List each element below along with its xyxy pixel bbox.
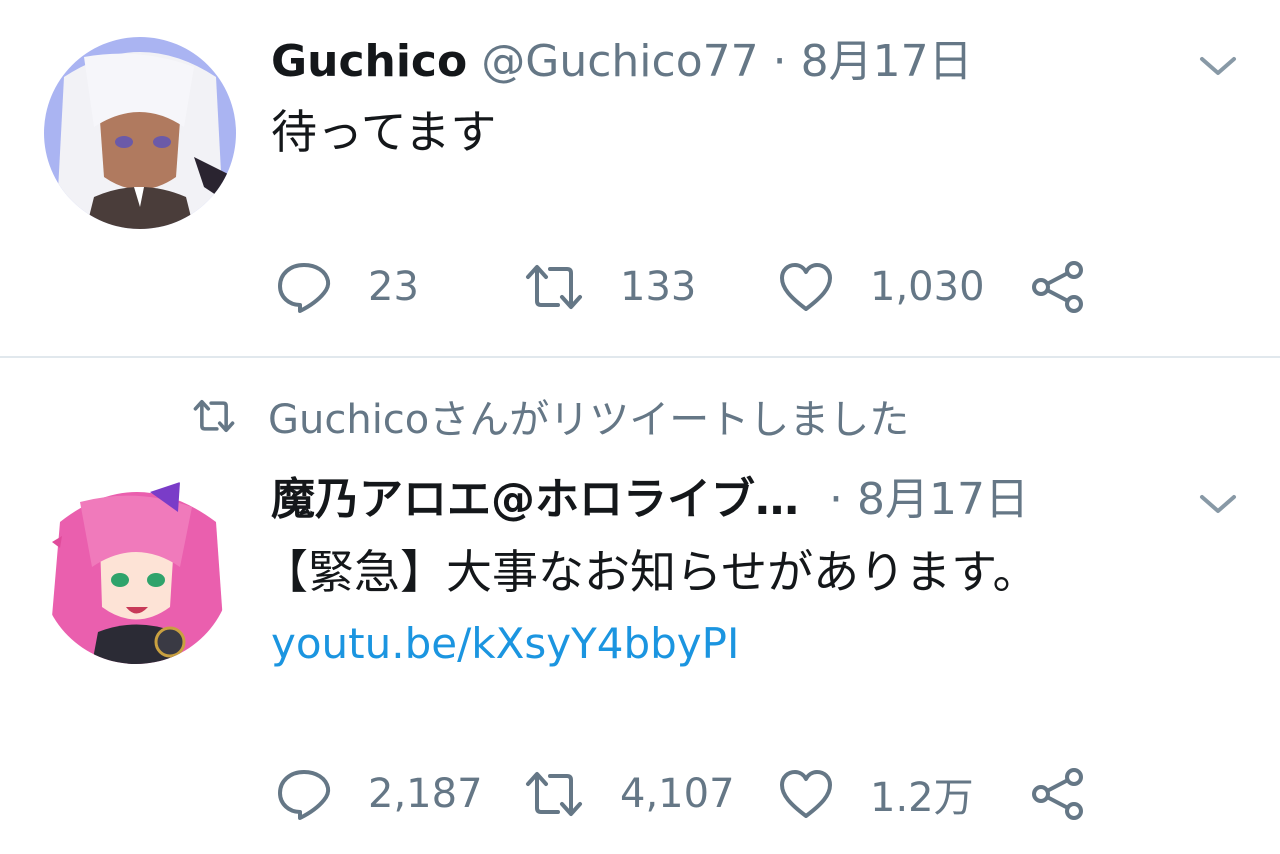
retweet-button[interactable]: 4,107 <box>524 764 735 824</box>
display-name[interactable]: Guchico <box>271 36 467 87</box>
reply-count: 2,187 <box>368 771 483 817</box>
tweet-text: 待ってます <box>271 105 497 159</box>
separator: · <box>829 474 843 525</box>
tweet-guchico[interactable]: Guchico @Guchico77 · 8月17日 待ってます 23 133 … <box>0 0 1280 356</box>
separator: · <box>772 36 787 87</box>
chevron-down-icon[interactable] <box>1198 492 1238 516</box>
retweet-icon <box>526 265 582 309</box>
tweet-header: 魔乃アロエ@ホロライブ… · 8月17日 <box>271 472 1029 528</box>
like-button[interactable]: 1.2万 <box>778 764 974 824</box>
tweet-aloe[interactable]: Guchicoさんがリツイートしました 魔乃アロエ@ホロライブ… · 8月17日… <box>0 358 1280 854</box>
heart-icon <box>780 263 832 311</box>
tweet-date[interactable]: 8月17日 <box>801 36 973 87</box>
share-icon <box>1032 261 1083 313</box>
share-icon <box>1032 768 1083 820</box>
avatar-aloe-image <box>40 472 232 664</box>
heart-icon <box>780 770 832 818</box>
retweet-count: 4,107 <box>620 771 735 817</box>
like-count: 1.2万 <box>870 775 974 821</box>
share-button[interactable] <box>1030 257 1086 317</box>
retweet-icon <box>526 772 582 816</box>
tweet-text: 【緊急】大事なお知らせがあります。 <box>262 545 1039 599</box>
user-handle[interactable]: @Guchico77 <box>481 36 758 87</box>
tweet-actions: 2,187 4,107 1.2万 <box>0 764 1280 824</box>
avatar[interactable] <box>44 37 236 229</box>
tweet-header: Guchico @Guchico77 · 8月17日 <box>271 34 973 90</box>
tweet-date[interactable]: 8月17日 <box>857 474 1029 525</box>
tweet-actions: 23 133 1,030 <box>0 257 1280 317</box>
reply-count: 23 <box>368 264 419 310</box>
like-count: 1,030 <box>870 264 985 310</box>
reply-button[interactable]: 23 <box>276 257 419 317</box>
avatar[interactable] <box>40 472 232 664</box>
avatar-guchico-image <box>44 37 236 229</box>
like-button[interactable]: 1,030 <box>778 257 985 317</box>
speech-bubble-icon <box>278 263 331 313</box>
retweet-button[interactable]: 133 <box>524 257 696 317</box>
speech-bubble-icon <box>278 770 331 820</box>
retweet-count: 133 <box>620 264 697 310</box>
reply-button[interactable]: 2,187 <box>276 764 483 824</box>
chevron-down-icon[interactable] <box>1198 54 1238 78</box>
tweet-link[interactable]: youtu.be/kXsyY4bbyPI <box>271 616 739 672</box>
share-button[interactable] <box>1030 764 1086 824</box>
retweet-icon <box>193 399 235 433</box>
retweet-context-text: Guchicoさんがリツイートしました <box>268 397 910 443</box>
retweet-context[interactable]: Guchicoさんがリツイートしました <box>190 388 909 444</box>
display-name[interactable]: 魔乃アロエ@ホロライブ… <box>271 474 799 525</box>
